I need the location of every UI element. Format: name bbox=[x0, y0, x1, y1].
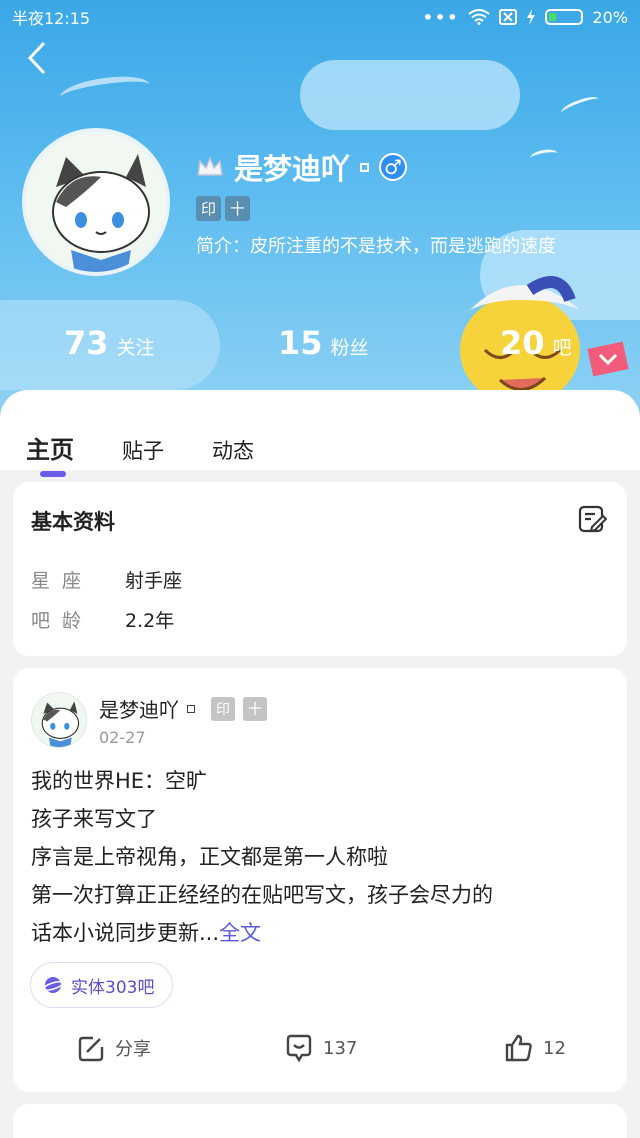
battery-icon bbox=[545, 9, 584, 25]
profile-name: 是梦迪吖 bbox=[234, 152, 351, 186]
following-count: 73 bbox=[64, 324, 109, 362]
comment-button[interactable]: 137 bbox=[283, 1032, 357, 1064]
back-button[interactable] bbox=[26, 40, 66, 80]
no-sim-icon bbox=[499, 9, 518, 25]
bars-stat[interactable]: 20 吧 bbox=[500, 324, 572, 362]
post-avatar[interactable] bbox=[31, 692, 87, 748]
post-line: 话本小说同步更新... bbox=[31, 921, 220, 945]
basic-info-title: 基本资料 bbox=[31, 510, 115, 534]
tab-home[interactable]: 主页 bbox=[26, 430, 74, 477]
cat-avatar-image bbox=[32, 693, 86, 747]
cloud-decoration bbox=[300, 60, 520, 130]
full-text-link[interactable]: 全文 bbox=[219, 921, 261, 945]
plus-badge[interactable]: 十 bbox=[225, 196, 250, 221]
bar-tag-label: 实体303吧 bbox=[71, 977, 155, 998]
post-line-last: 话本小说同步更新...全文 bbox=[31, 914, 493, 952]
post-line: 第一次打算正正经经的在贴吧写文，孩子会尽力的 bbox=[31, 883, 493, 907]
post-card[interactable]: 是梦迪吖 印 十 02-27 我的世界HE：空旷 孩子来写文了 序言是上帝视角，… bbox=[13, 668, 627, 1092]
profile-name-row: 是梦迪吖 ♂ bbox=[196, 146, 408, 188]
fans-count: 15 bbox=[278, 324, 323, 362]
post-actions: 分享 137 12 bbox=[13, 1032, 627, 1072]
profile-tabs: 主页 贴子 动态 bbox=[26, 430, 254, 477]
constellation-value: 射手座 bbox=[125, 570, 183, 592]
like-button[interactable]: 12 bbox=[503, 1032, 566, 1064]
fans-label: 粉丝 bbox=[330, 337, 369, 359]
basic-info-card: 基本资料 星座 射手座 吧龄 2.2年 bbox=[13, 482, 627, 656]
name-square-icon bbox=[360, 162, 370, 172]
following-stat[interactable]: 73 关注 bbox=[64, 324, 155, 362]
chevron-left-icon bbox=[27, 41, 46, 75]
name-square-icon bbox=[187, 704, 195, 713]
status-time: 半夜12:15 bbox=[12, 9, 91, 28]
edit-icon[interactable] bbox=[577, 504, 607, 534]
profile-stats: 73 关注 15 粉丝 20 吧 bbox=[0, 324, 640, 368]
plus-badge: 十 bbox=[243, 696, 267, 721]
seal-badge[interactable]: 印 bbox=[196, 196, 221, 221]
bar-age-row: 吧龄 2.2年 bbox=[31, 606, 174, 633]
constellation-row: 星座 射手座 bbox=[31, 566, 182, 593]
wifi-icon bbox=[468, 9, 491, 25]
share-icon bbox=[78, 1036, 104, 1062]
male-gender-icon: ♂ bbox=[379, 153, 408, 181]
post-author-row: 是梦迪吖 印 十 bbox=[99, 694, 267, 723]
post-line: 序言是上帝视角，正文都是第一人称啦 bbox=[31, 845, 388, 869]
like-count: 12 bbox=[543, 1037, 566, 1059]
bar-tag[interactable]: 实体303吧 bbox=[30, 962, 174, 1008]
post-author-name[interactable]: 是梦迪吖 bbox=[99, 694, 179, 723]
comment-count: 137 bbox=[323, 1037, 358, 1059]
tab-posts[interactable]: 贴子 bbox=[122, 435, 164, 465]
post-line: 我的世界HE：空旷 bbox=[31, 769, 208, 793]
bar-age-label: 吧龄 bbox=[31, 610, 94, 632]
share-label: 分享 bbox=[115, 1039, 151, 1060]
following-label: 关注 bbox=[116, 337, 155, 359]
seagull-decoration bbox=[559, 93, 601, 119]
tab-activity[interactable]: 动态 bbox=[212, 435, 254, 465]
next-post-card[interactable] bbox=[13, 1104, 627, 1138]
status-bar: 半夜12:15 ••• 20% bbox=[0, 0, 640, 34]
bar-age-value: 2.2年 bbox=[125, 610, 175, 632]
seagull-decoration bbox=[58, 71, 152, 111]
bars-label: 吧 bbox=[552, 337, 572, 359]
charging-icon bbox=[527, 9, 536, 25]
more-dots-icon: ••• bbox=[422, 7, 460, 27]
battery-percent: 20% bbox=[592, 7, 628, 27]
status-icons: ••• 20% bbox=[423, 8, 628, 27]
post-body[interactable]: 我的世界HE：空旷 孩子来写文了 序言是上帝视角，正文都是第一人称啦 第一次打算… bbox=[31, 762, 493, 952]
profile-bio: 简介：皮所注重的不是技术，而是逃跑的速度 bbox=[196, 236, 556, 257]
comment-icon bbox=[286, 1034, 312, 1063]
bars-count: 20 bbox=[500, 324, 545, 362]
seal-badge: 印 bbox=[211, 696, 235, 721]
constellation-label: 星座 bbox=[31, 570, 94, 592]
profile-badges: 印 十 bbox=[196, 196, 250, 221]
share-button[interactable]: 分享 bbox=[75, 1032, 151, 1064]
fans-stat[interactable]: 15 粉丝 bbox=[278, 324, 369, 362]
seagull-decoration bbox=[529, 147, 559, 165]
thumbs-up-icon bbox=[505, 1034, 532, 1062]
profile-avatar[interactable] bbox=[22, 128, 170, 276]
post-date: 02-27 bbox=[99, 728, 146, 747]
planet-icon bbox=[43, 977, 63, 993]
post-line: 孩子来写文了 bbox=[31, 807, 157, 831]
crown-icon bbox=[197, 155, 223, 176]
